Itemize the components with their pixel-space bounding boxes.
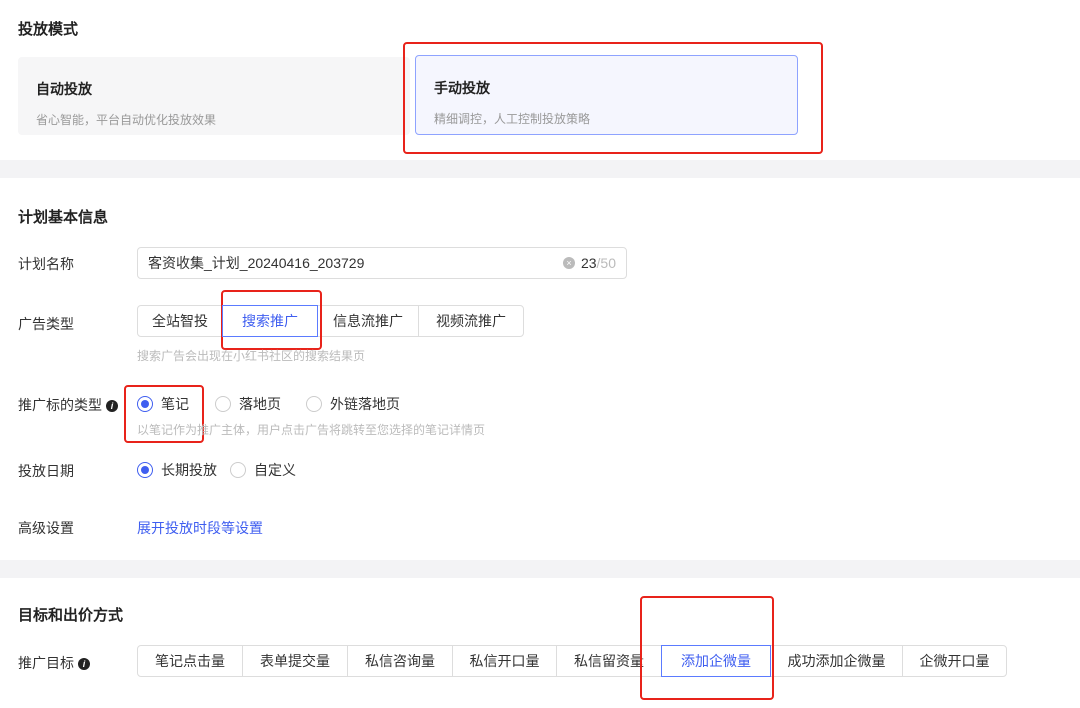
card-title: 自动投放	[36, 79, 392, 99]
advanced-label: 高级设置	[18, 518, 74, 538]
auto-delivery-card[interactable]: 自动投放 省心智能，平台自动优化投放效果	[18, 57, 410, 135]
goal-option-selected[interactable]: 添加企微量	[661, 645, 771, 677]
info-icon[interactable]: i	[78, 658, 90, 670]
goal-option[interactable]: 私信开口量	[452, 645, 557, 677]
radio-label: 长期投放	[161, 460, 217, 480]
goal-section: 目标和出价方式 推广目标 i 笔记点击量 表单提交量 私信咨询量 私信开口量 私信…	[0, 578, 1080, 708]
ad-type-option[interactable]: 信息流推广	[317, 305, 419, 337]
radio-label: 自定义	[254, 460, 296, 480]
radio-checked-icon	[137, 462, 153, 478]
goal-option[interactable]: 成功添加企微量	[770, 645, 903, 677]
ad-type-option-selected[interactable]: 搜索推广	[222, 305, 318, 337]
plan-name-label: 计划名称	[18, 254, 74, 274]
radio-custom[interactable]: 自定义	[230, 460, 296, 480]
radio-icon	[230, 462, 246, 478]
char-count: 23	[581, 255, 597, 271]
goal-label: 推广目标 i	[18, 653, 90, 673]
radio-icon	[306, 396, 322, 412]
goal-option[interactable]: 笔记点击量	[137, 645, 243, 677]
radio-label: 落地页	[239, 394, 281, 414]
card-desc: 省心智能，平台自动优化投放效果	[36, 111, 392, 128]
expand-advanced-link[interactable]: 展开投放时段等设置	[137, 518, 263, 538]
section-title: 计划基本信息	[18, 206, 108, 227]
radio-external-landing-page[interactable]: 外链落地页	[306, 394, 400, 414]
delivery-mode-section: 投放模式 自动投放 省心智能，平台自动优化投放效果 手动投放 精细调控，人工控制…	[0, 0, 1080, 160]
section-title: 目标和出价方式	[18, 604, 123, 625]
goal-option[interactable]: 表单提交量	[242, 645, 348, 677]
highlight-box	[403, 42, 823, 154]
target-type-label: 推广标的类型 i	[18, 395, 118, 415]
radio-icon	[215, 396, 231, 412]
section-title: 投放模式	[18, 18, 78, 39]
ad-type-option[interactable]: 全站智投	[137, 305, 223, 337]
date-label: 投放日期	[18, 461, 74, 481]
radio-long-term[interactable]: 长期投放	[137, 460, 217, 480]
goal-option[interactable]: 企微开口量	[902, 645, 1007, 677]
plan-name-input[interactable]: 客资收集_计划_20240416_203729 × 23/50	[137, 247, 627, 279]
info-icon[interactable]: i	[106, 400, 118, 412]
ad-type-selector: 全站智投 搜索推广 信息流推广 视频流推广	[137, 305, 524, 337]
basic-info-section: 计划基本信息 计划名称 客资收集_计划_20240416_203729 × 23…	[0, 178, 1080, 560]
radio-label: 外链落地页	[330, 394, 400, 414]
ad-type-label: 广告类型	[18, 314, 74, 334]
goal-option[interactable]: 私信咨询量	[347, 645, 453, 677]
label-text: 推广标的类型	[18, 397, 102, 413]
radio-landing-page[interactable]: 落地页	[215, 394, 281, 414]
char-max: /50	[597, 255, 616, 271]
target-type-hint: 以笔记作为推广主体，用户点击广告将跳转至您选择的笔记详情页	[137, 421, 485, 438]
goal-selector: 笔记点击量 表单提交量 私信咨询量 私信开口量 私信留资量 添加企微量 成功添加…	[137, 645, 1007, 677]
clear-icon[interactable]: ×	[563, 257, 575, 269]
ad-type-option[interactable]: 视频流推广	[418, 305, 524, 337]
ad-type-hint: 搜索广告会出现在小红书社区的搜索结果页	[137, 347, 365, 364]
label-text: 推广目标	[18, 655, 74, 671]
plan-name-value: 客资收集_计划_20240416_203729	[148, 253, 563, 273]
